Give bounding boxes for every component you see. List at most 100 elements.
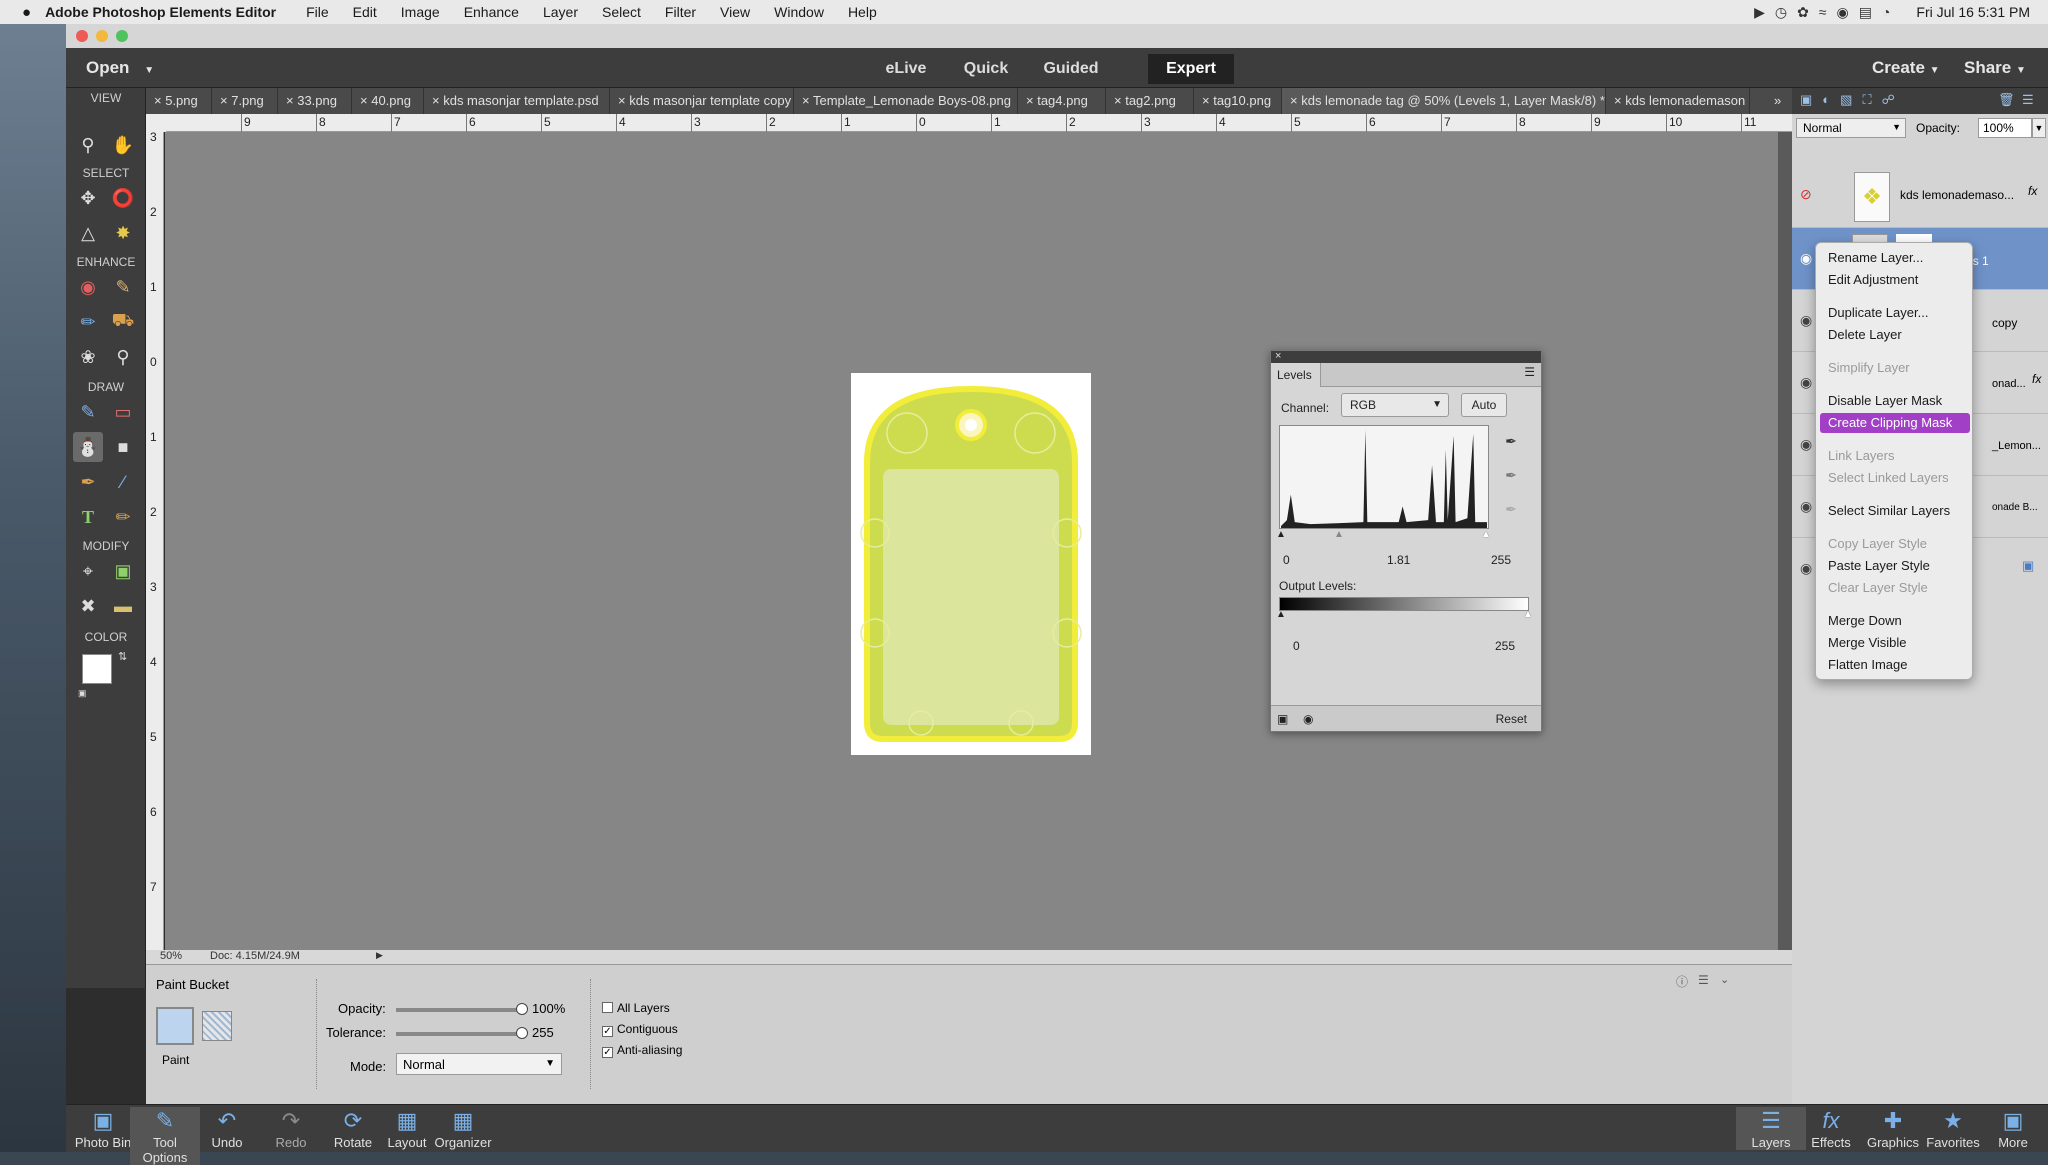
menu-item-duplicate-layer[interactable]: Duplicate Layer... (1828, 303, 1928, 323)
swap-colors-icon[interactable]: ⇅ (118, 650, 127, 663)
tolerance-thumb[interactable] (516, 1027, 528, 1039)
doc-tab[interactable]: × 40.png (352, 88, 424, 114)
menu-image[interactable]: Image (401, 4, 440, 20)
photo-bin-button[interactable]: ▣ Photo Bin (68, 1107, 138, 1150)
auto-button[interactable]: Auto (1461, 393, 1507, 417)
menu-file[interactable]: File (306, 4, 329, 20)
anti-aliasing-checkbox[interactable]: ✓ Anti-aliasing (602, 1043, 682, 1058)
gradient-tool-icon[interactable]: ■ (108, 432, 138, 462)
eyedropper-tool-icon[interactable]: ✒ (73, 467, 103, 497)
visibility-eye-icon[interactable]: ◉ (1303, 712, 1313, 726)
hidden-eye-icon[interactable]: ⊘ (1800, 186, 1812, 203)
layer-row[interactable]: ⊘ ❖ kds lemonademaso... fx (1792, 166, 2048, 228)
doc-tab[interactable]: × 33.png (278, 88, 352, 114)
contiguous-checkbox[interactable]: ✓ Contiguous (602, 1022, 678, 1037)
opacity-value[interactable]: 100% (532, 1001, 565, 1016)
opacity-thumb[interactable] (516, 1003, 528, 1015)
link-icon[interactable]: ☍ (1882, 92, 1905, 107)
eye-icon[interactable]: ◉ (1800, 436, 1812, 453)
lock-icon[interactable]: ⛶ (1862, 92, 1881, 107)
zoom-level[interactable]: 50% (160, 950, 182, 962)
menu-edit[interactable]: Edit (353, 4, 377, 20)
menu-item-create-clipping-mask[interactable]: Create Clipping Mask (1820, 413, 1970, 433)
close-icon[interactable]: × (1275, 350, 1281, 362)
menu-filter[interactable]: Filter (665, 4, 696, 20)
help-icon[interactable]: ⓘ (1676, 973, 1688, 990)
levels-tab[interactable]: Levels (1271, 363, 1321, 387)
menu-help[interactable]: Help (848, 4, 877, 20)
adjustment-layer-icon[interactable]: ◐ (1822, 92, 1840, 107)
line-tool-icon[interactable]: ∕ (108, 467, 138, 497)
eraser-tool-icon[interactable]: ▭ (108, 397, 138, 427)
sponge-tool-icon[interactable]: ❀ (73, 342, 103, 372)
status-arrow-icon[interactable]: ▶ (376, 950, 383, 961)
menu-item-select-similar-layers[interactable]: Select Similar Layers (1828, 501, 1950, 521)
brush-tool-icon[interactable]: ✎ (73, 397, 103, 427)
output-white-slider[interactable]: ▲ (1523, 609, 1533, 620)
content-move-icon[interactable]: ✖ (73, 591, 103, 621)
blend-mode-select[interactable]: Normal ▼ (1796, 118, 1906, 138)
document-page[interactable] (851, 373, 1091, 755)
straighten-tool-icon[interactable]: ▬ (108, 591, 138, 621)
menu-item-disable-layer-mask[interactable]: Disable Layer Mask (1828, 391, 1942, 411)
clip-to-layer-icon[interactable]: ▣ (1277, 712, 1288, 726)
input-black-value[interactable]: 0 (1283, 553, 1290, 567)
fx-icon[interactable]: fx (2028, 184, 2037, 198)
layer-opacity-field[interactable]: 100% (1978, 118, 2032, 138)
crop-tool-icon[interactable]: ⌖ (73, 556, 103, 586)
new-layer-icon[interactable]: ▣ (1800, 92, 1822, 107)
more-tabs-icon[interactable]: » (1766, 88, 1790, 114)
menu-item-delete-layer[interactable]: Delete Layer (1828, 325, 1902, 345)
doc-tab[interactable]: × Template_Lemonade Boys-08.png (794, 88, 1018, 114)
menu-item-merge-visible[interactable]: Merge Visible (1828, 633, 1907, 653)
smart-brush-icon[interactable]: ✏ (73, 307, 103, 337)
input-white-slider[interactable]: ▲ (1481, 529, 1491, 540)
hand-tool-icon[interactable]: ✋ (108, 130, 138, 160)
apple-icon[interactable]: ● (22, 4, 31, 21)
layer-name[interactable]: kds lemonademaso... (1900, 188, 2014, 202)
mode-tab-expert[interactable]: Expert (1148, 54, 1234, 84)
layer-name[interactable]: onade B... (1992, 502, 2038, 513)
mode-tab-guided[interactable]: Guided (1026, 54, 1116, 84)
white-eyedropper-icon[interactable]: ✒ (1501, 501, 1521, 521)
app-name[interactable]: Adobe Photoshop Elements Editor (45, 4, 276, 20)
menu-enhance[interactable]: Enhance (464, 4, 519, 20)
pencil-tool-icon[interactable]: ✏ (108, 502, 138, 532)
panel-menu-icon[interactable]: ☰ (1524, 365, 1535, 379)
type-tool-icon[interactable]: T (73, 502, 103, 532)
menu-item-paste-layer-style[interactable]: Paste Layer Style (1828, 556, 1930, 576)
zoom-window-button[interactable] (116, 30, 128, 42)
mode-tab-quick[interactable]: Quick (946, 54, 1026, 84)
layer-mask-icon[interactable]: ▧ (1840, 92, 1862, 107)
doc-tab[interactable]: × 5.png (146, 88, 212, 114)
effects-button[interactable]: fx Effects (1796, 1107, 1866, 1150)
doc-tab[interactable]: × 7.png (212, 88, 278, 114)
input-black-slider[interactable]: ▲ (1276, 529, 1286, 540)
default-colors-icon[interactable]: ▣ (78, 688, 87, 699)
foreground-color-swatch[interactable] (82, 654, 112, 684)
close-window-button[interactable] (76, 30, 88, 42)
tolerance-slider[interactable] (396, 1027, 528, 1039)
paint-fill-button[interactable] (156, 1007, 194, 1045)
magic-wand-icon[interactable]: ✸ (108, 218, 138, 248)
list-menu-icon[interactable]: ☰ (1698, 973, 1709, 987)
zoom-tool-icon[interactable]: ⚲ (73, 130, 103, 160)
trash-icon[interactable]: 🗑 (1998, 92, 2025, 108)
share-button[interactable]: Share ▼ (1964, 58, 2026, 78)
doc-tab[interactable]: × tag10.png (1194, 88, 1282, 114)
red-eye-tool-icon[interactable]: ◉ (73, 272, 103, 302)
panel-menu-icon[interactable]: ☰ (2022, 92, 2044, 108)
menu-view[interactable]: View (720, 4, 750, 20)
reset-button[interactable]: Reset (1496, 712, 1527, 726)
lasso-tool-icon[interactable]: △ (73, 218, 103, 248)
output-black-slider[interactable]: ▲ (1276, 609, 1286, 620)
eye-icon[interactable]: ◉ (1800, 560, 1812, 577)
marquee-tool-icon[interactable]: ⭕ (108, 183, 138, 213)
clock[interactable]: Fri Jul 16 5:31 PM (1916, 4, 2030, 20)
collapse-icon[interactable]: ⌄ (1720, 973, 1729, 986)
eye-icon[interactable]: ◉ (1800, 312, 1812, 329)
move-tool-icon[interactable]: ✥ (73, 183, 103, 213)
layer-name[interactable]: onad... (1992, 378, 2026, 390)
output-white-value[interactable]: 255 (1495, 639, 1515, 653)
input-gamma-value[interactable]: 1.81 (1387, 553, 1410, 567)
